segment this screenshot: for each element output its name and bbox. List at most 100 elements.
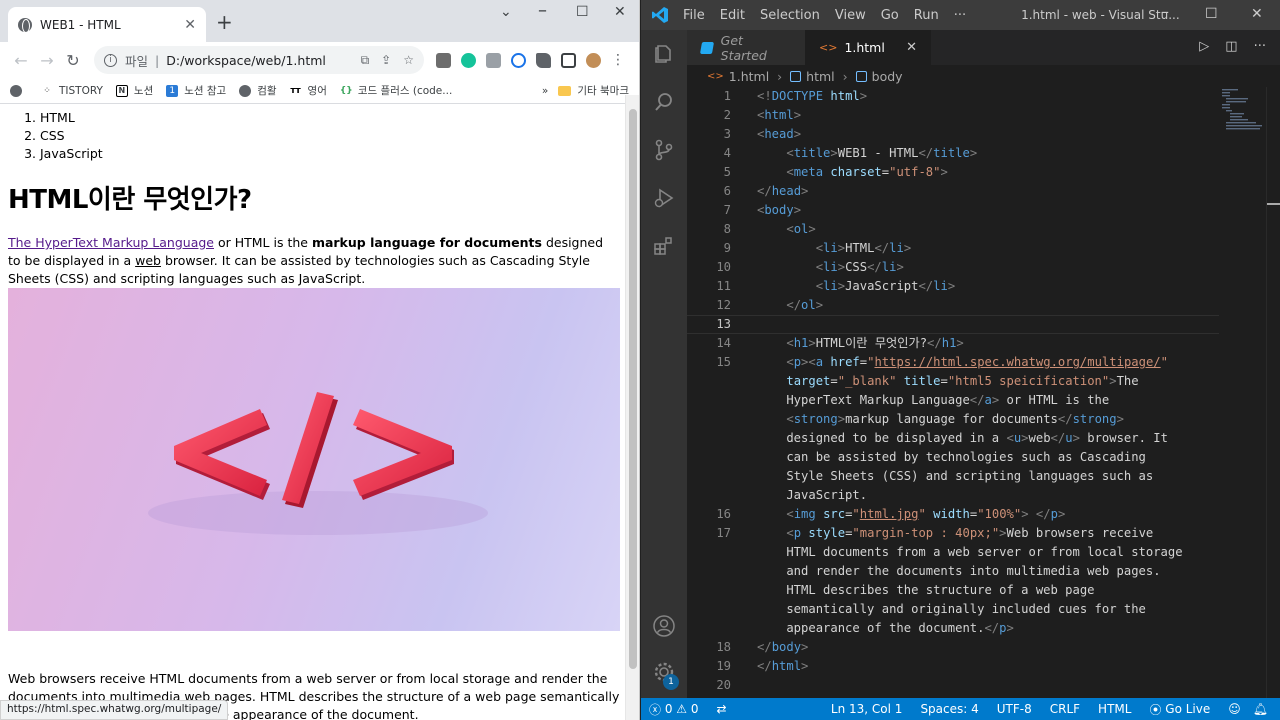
code-line: and render the documents into multimedia… xyxy=(757,564,1161,578)
menu-run[interactable]: Run xyxy=(914,8,939,23)
encoding[interactable]: UTF-8 xyxy=(997,702,1032,716)
line-number: 1 xyxy=(723,89,731,103)
html-image xyxy=(8,288,620,631)
menu-file[interactable]: File xyxy=(683,8,705,23)
run-debug-icon[interactable] xyxy=(652,186,676,210)
code-line: </ol> xyxy=(786,298,824,312)
line-number: 17 xyxy=(716,526,731,540)
indentation[interactable]: Spaces: 4 xyxy=(920,702,978,716)
minimize-button[interactable]: – xyxy=(1161,2,1169,21)
page-scrollbar[interactable] xyxy=(625,95,639,720)
line-number: 4 xyxy=(723,146,731,160)
tab-get-started[interactable]: Get Started xyxy=(687,30,805,65)
scroll-marker xyxy=(1267,203,1280,205)
menu-selection[interactable]: Selection xyxy=(760,8,820,23)
accounts-icon[interactable] xyxy=(652,614,676,638)
language-mode[interactable]: HTML xyxy=(1098,702,1131,716)
line-number: 16 xyxy=(716,507,731,521)
info-icon[interactable]: i xyxy=(104,53,117,67)
maximize-button[interactable]: ☐ xyxy=(576,4,589,20)
chevron-right-icon: › xyxy=(842,68,848,84)
bell-icon[interactable]: 🔔︎ xyxy=(1253,702,1268,716)
code-editor[interactable]: 1 2 3 4 5 6 7 8 9 10 11 12 13 14 15 16 17 18 19 20 <!DOCTYP… xyxy=(687,87,1270,698)
code-line: <li>CSS</li> xyxy=(815,260,904,274)
bookmark-star-icon[interactable]: ☆ xyxy=(403,53,414,68)
code-line: Style Sheets (CSS) and scripting languag… xyxy=(757,469,1154,483)
menu-more[interactable]: ··· xyxy=(954,8,966,23)
scrollbar-thumb[interactable] xyxy=(629,109,637,669)
code-line: </html> xyxy=(757,659,809,673)
share-icon[interactable]: ⇪ xyxy=(381,53,391,68)
html-spec-link[interactable]: The HyperText Markup Language xyxy=(8,235,214,250)
tab-search-icon[interactable]: ⌄ xyxy=(500,4,512,20)
code-line: <head> xyxy=(757,127,802,141)
code-line: target="_blank" title="html5 speicificat… xyxy=(786,374,1139,388)
profile-avatar[interactable] xyxy=(586,52,601,68)
globe-icon xyxy=(18,17,32,33)
search-icon[interactable] xyxy=(652,90,676,114)
more-actions-icon[interactable]: ··· xyxy=(1254,39,1266,54)
minimize-button[interactable]: – xyxy=(538,0,547,21)
close-window-button[interactable]: ✕ xyxy=(1251,6,1263,22)
breadcrumb: <> 1.html › html › body xyxy=(687,65,1280,87)
breadcrumb-body[interactable]: body xyxy=(872,69,903,84)
line-number: 7 xyxy=(723,203,731,217)
line-number xyxy=(687,391,731,410)
grammarly-icon[interactable] xyxy=(461,52,476,68)
side-panel-icon[interactable] xyxy=(561,52,576,68)
code-line: <strong>markup language for documents</s… xyxy=(786,412,1124,426)
close-tab-icon[interactable]: ✕ xyxy=(906,40,917,55)
maximize-button[interactable]: ☐ xyxy=(1205,6,1218,22)
feedback-icon[interactable]: ☺ xyxy=(1228,702,1241,716)
problems-indicator[interactable]: ⓧ 0 ⚠ 0 xyxy=(649,701,699,718)
web-page: HTML CSS JavaScript HTML이란 무엇인가? The Hyp… xyxy=(0,95,626,720)
strong-text: markup language for documents xyxy=(311,235,542,250)
translate-icon[interactable]: ⧉ xyxy=(361,53,370,68)
live-share-icon[interactable]: ⇄ xyxy=(717,702,727,716)
code-line: <meta charset="utf-8"> xyxy=(786,165,948,179)
tab-1-html[interactable]: <> 1.html ✕ xyxy=(805,30,931,65)
menu-edit[interactable]: Edit xyxy=(720,8,745,23)
menu-view[interactable]: View xyxy=(835,8,866,23)
code-line: HTML describes the structure of a web pa… xyxy=(757,583,1095,597)
explorer-icon[interactable] xyxy=(652,42,676,66)
menu-go[interactable]: Go xyxy=(881,8,899,23)
code-line: </head> xyxy=(757,184,809,198)
source-control-icon[interactable] xyxy=(652,138,676,162)
line-number: 11 xyxy=(716,279,731,293)
line-number xyxy=(687,410,731,429)
new-tab-button[interactable]: + xyxy=(216,10,233,34)
vscode-titlebar: File Edit Selection View Go Run ··· 1.ht… xyxy=(641,0,1280,30)
cursor-position[interactable]: Ln 13, Col 1 xyxy=(831,702,903,716)
go-live-button[interactable]: ⦿ Go Live xyxy=(1149,701,1210,718)
back-button[interactable]: ← xyxy=(8,51,34,70)
extension-icon[interactable] xyxy=(436,52,451,68)
link-icon[interactable] xyxy=(511,52,526,68)
close-tab-icon[interactable]: ✕ xyxy=(184,17,196,33)
run-icon[interactable]: ▷ xyxy=(1199,39,1209,54)
split-editor-icon[interactable]: ◫ xyxy=(1225,39,1237,54)
breadcrumb-file[interactable]: 1.html xyxy=(729,69,769,84)
page-list: HTML CSS JavaScript xyxy=(40,109,626,163)
line-number: 9 xyxy=(723,241,731,255)
end-of-line[interactable]: CRLF xyxy=(1050,702,1080,716)
error-icon: ⓧ xyxy=(649,702,665,717)
address-bar[interactable]: i 파일 | D:/workspace/web/1.html ⧉ ⇪ ☆ xyxy=(94,46,424,74)
puzzle-icon[interactable] xyxy=(536,52,551,68)
reload-button[interactable]: ↻ xyxy=(60,51,86,70)
line-number xyxy=(687,372,731,391)
close-window-button[interactable]: ✕ xyxy=(614,4,626,20)
extensions-icon[interactable] xyxy=(652,234,676,258)
breadcrumb-html[interactable]: html xyxy=(806,69,834,84)
tab-web1[interactable]: WEB1 - HTML ✕ xyxy=(8,7,206,42)
minimap[interactable] xyxy=(1218,87,1266,132)
chrome-toolbar: ← → ↻ i 파일 | D:/workspace/web/1.html ⧉ ⇪… xyxy=(0,42,639,78)
status-bar: ⓧ 0 ⚠ 0 ⇄ Ln 13, Col 1 Spaces: 4 UTF-8 C… xyxy=(641,698,1280,720)
editor-scrollbar[interactable] xyxy=(1266,87,1280,698)
address-path: D:/workspace/web/1.html xyxy=(166,52,326,68)
broadcast-icon: ⦿ xyxy=(1149,702,1166,717)
extension-icon[interactable] xyxy=(486,52,501,68)
menu-icon[interactable]: ⋮ xyxy=(611,53,625,68)
forward-button[interactable]: → xyxy=(34,51,60,70)
